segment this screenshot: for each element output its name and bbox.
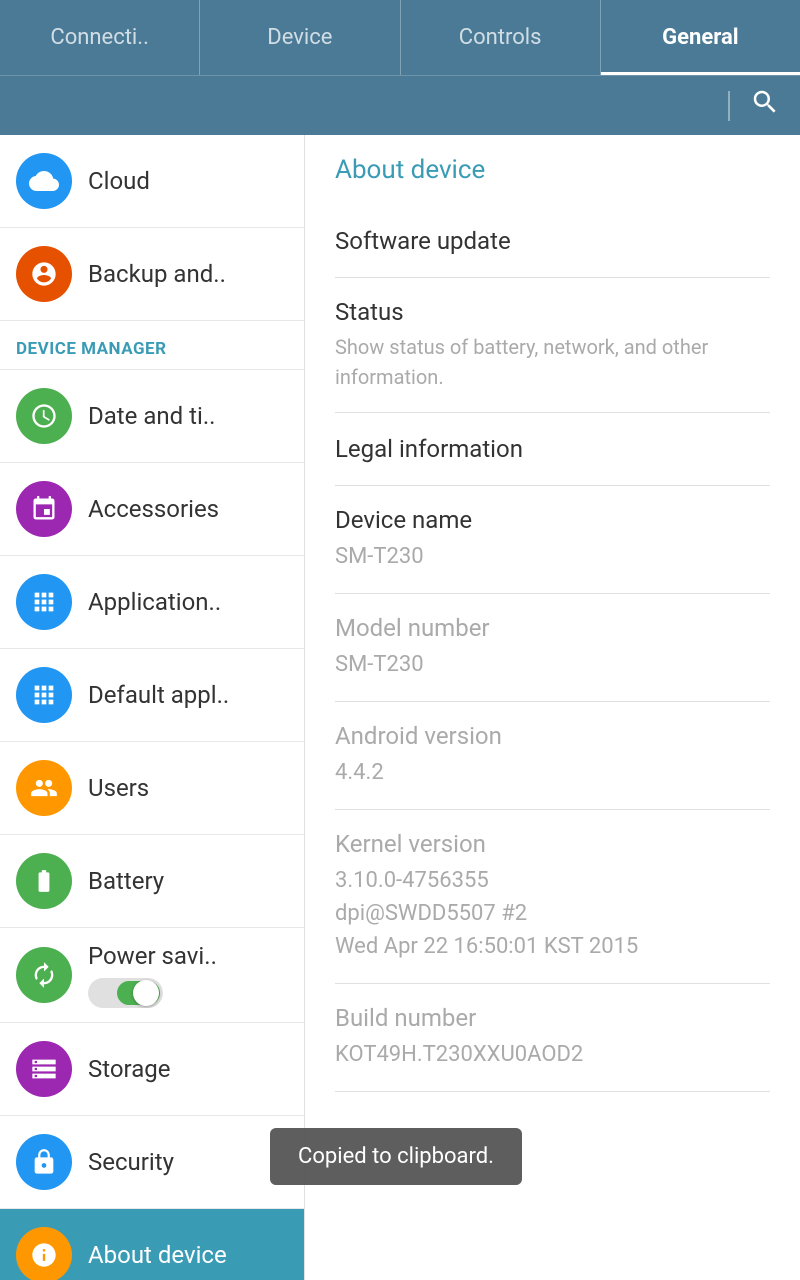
device-name-value: SM-T230 xyxy=(335,540,770,573)
main-layout: Cloud Backup and.. DEVICE MANAGER Date a… xyxy=(0,135,800,1280)
legal-info-item[interactable]: Legal information xyxy=(335,413,770,486)
battery-icon xyxy=(16,853,72,909)
sidebar-item-applications[interactable]: Application.. xyxy=(0,556,304,649)
android-version-title: Android version xyxy=(335,722,770,750)
sidebar-item-aboutdevice[interactable]: About device xyxy=(0,1209,304,1280)
model-number-title: Model number xyxy=(335,614,770,642)
build-number-item[interactable]: Build number KOT49H.T230XXU0AOD2 xyxy=(335,984,770,1092)
software-update-item[interactable]: Software update xyxy=(335,205,770,278)
tab-device[interactable]: Device xyxy=(200,0,400,75)
status-item[interactable]: Status Show status of battery, network, … xyxy=(335,278,770,413)
kernel-version-value3: Wed Apr 22 16:50:01 KST 2015 xyxy=(335,930,770,963)
sidebar-item-datetime[interactable]: Date and ti.. xyxy=(0,370,304,463)
tab-controls-label: Controls xyxy=(459,25,542,50)
tab-device-label: Device xyxy=(267,25,332,50)
datetime-label: Date and ti.. xyxy=(88,402,215,430)
security-icon xyxy=(16,1134,72,1190)
right-panel-inner: About device Software update Status Show… xyxy=(305,135,800,1112)
battery-label: Battery xyxy=(88,867,164,895)
powersaving-label: Power savi.. xyxy=(88,942,217,970)
sidebar-item-backup[interactable]: Backup and.. xyxy=(0,228,304,321)
storage-label: Storage xyxy=(88,1055,170,1083)
tab-connecting[interactable]: Connecti.. xyxy=(0,0,200,75)
applications-icon xyxy=(16,574,72,630)
tab-general[interactable]: General xyxy=(601,0,800,75)
storage-icon xyxy=(16,1041,72,1097)
sidebar-item-accessories[interactable]: Accessories xyxy=(0,463,304,556)
aboutdevice-label: About device xyxy=(88,1241,227,1269)
sidebar-item-storage[interactable]: Storage xyxy=(0,1023,304,1116)
backup-icon xyxy=(16,246,72,302)
powersaving-content: Power savi.. xyxy=(88,942,217,1008)
search-bar xyxy=(0,75,800,135)
datetime-icon xyxy=(16,388,72,444)
users-label: Users xyxy=(88,774,149,802)
cloud-label: Cloud xyxy=(88,167,150,195)
powersaving-toggle[interactable] xyxy=(88,978,163,1008)
model-number-value: SM-T230 xyxy=(335,648,770,681)
search-icon[interactable] xyxy=(750,87,780,124)
header-tabs: Connecti.. Device Controls General xyxy=(0,0,800,75)
sidebar-item-powersaving[interactable]: Power savi.. xyxy=(0,928,304,1023)
sidebar-item-users[interactable]: Users xyxy=(0,742,304,835)
cloud-icon xyxy=(16,153,72,209)
sidebar: Cloud Backup and.. DEVICE MANAGER Date a… xyxy=(0,135,305,1280)
tab-controls[interactable]: Controls xyxy=(401,0,601,75)
kernel-version-title: Kernel version xyxy=(335,830,770,858)
android-version-value: 4.4.2 xyxy=(335,756,770,789)
status-subtitle: Show status of battery, network, and oth… xyxy=(335,332,770,392)
build-number-title: Build number xyxy=(335,1004,770,1032)
kernel-version-value1: 3.10.0-4756355 xyxy=(335,864,770,897)
device-name-item[interactable]: Device name SM-T230 xyxy=(335,486,770,594)
defaultapps-icon xyxy=(16,667,72,723)
build-number-value: KOT49H.T230XXU0AOD2 xyxy=(335,1038,770,1071)
toggle-thumb xyxy=(133,980,159,1006)
kernel-version-value2: dpi@SWDD5507 #2 xyxy=(335,897,770,930)
android-version-item: Android version 4.4.2 xyxy=(335,702,770,810)
accessories-label: Accessories xyxy=(88,495,219,523)
sidebar-item-cloud[interactable]: Cloud xyxy=(0,135,304,228)
security-label: Security xyxy=(88,1148,174,1176)
sidebar-item-battery[interactable]: Battery xyxy=(0,835,304,928)
about-device-title: About device xyxy=(335,155,770,185)
backup-label: Backup and.. xyxy=(88,260,226,288)
tab-general-label: General xyxy=(662,25,738,50)
accessories-icon xyxy=(16,481,72,537)
sidebar-item-defaultapps[interactable]: Default appl.. xyxy=(0,649,304,742)
device-manager-header: DEVICE MANAGER xyxy=(0,321,304,370)
search-divider xyxy=(728,91,730,121)
applications-label: Application.. xyxy=(88,588,221,616)
device-name-title: Device name xyxy=(335,506,770,534)
tab-connecting-label: Connecti.. xyxy=(50,25,149,50)
right-panel: About device Software update Status Show… xyxy=(305,135,800,1280)
users-icon xyxy=(16,760,72,816)
model-number-item: Model number SM-T230 xyxy=(335,594,770,702)
kernel-version-item: Kernel version 3.10.0-4756355 dpi@SWDD55… xyxy=(335,810,770,984)
aboutdevice-icon xyxy=(16,1227,72,1280)
sidebar-item-security[interactable]: Security xyxy=(0,1116,304,1209)
defaultapps-label: Default appl.. xyxy=(88,681,229,709)
powersaving-icon xyxy=(16,947,72,1003)
status-title: Status xyxy=(335,298,770,326)
